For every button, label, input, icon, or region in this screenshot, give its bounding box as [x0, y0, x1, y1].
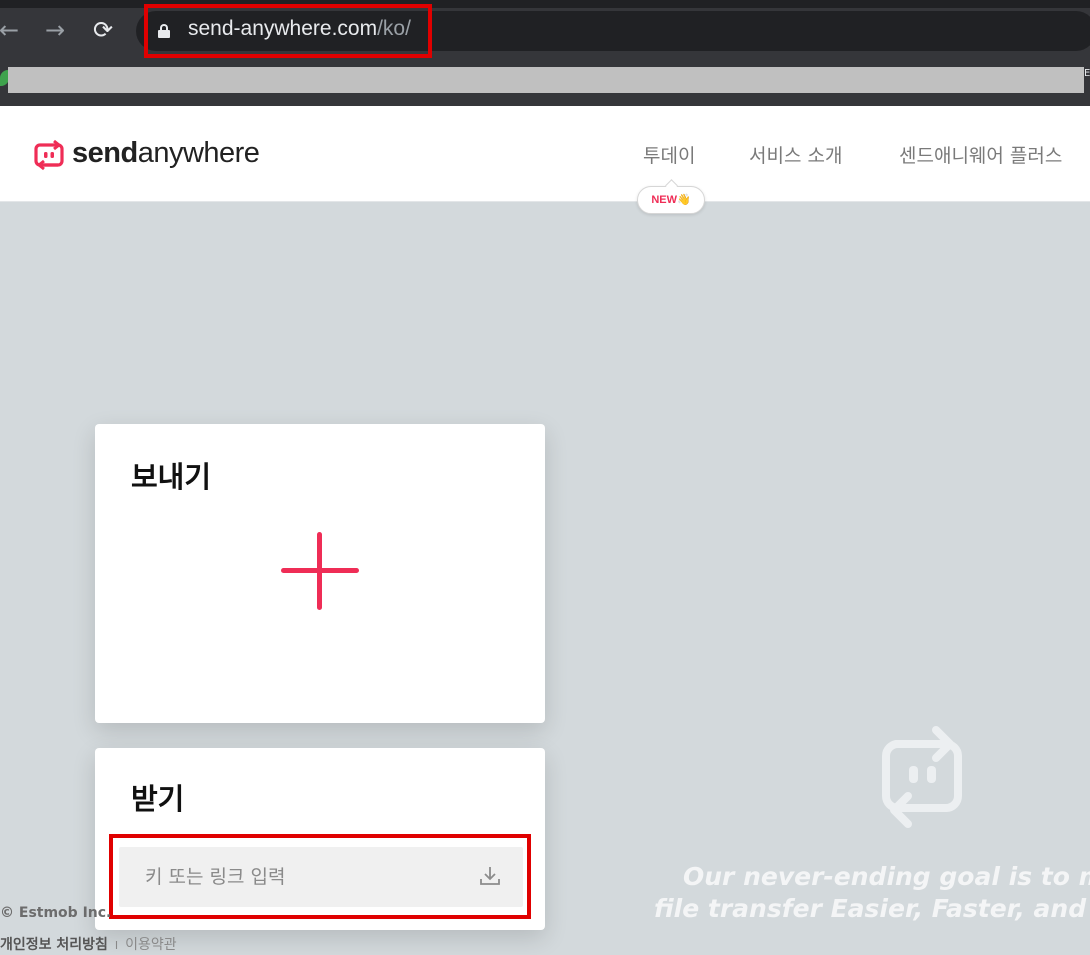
add-file-plus-icon[interactable] [281, 532, 359, 610]
nav-today[interactable]: 투데이 [643, 141, 695, 168]
terms-link[interactable]: 이용약관 [125, 937, 177, 953]
privacy-policy-link[interactable]: 개인정보 처리방침 [0, 937, 108, 953]
browser-toolbar: ← → ⟳ send-anywhere.com/ko/ E [0, 0, 1090, 106]
logo-wordmark[interactable]: sendanywhere [72, 137, 260, 170]
watermark-logo-icon [882, 726, 962, 828]
tagline-line-1: Our never-ending goal is to m [683, 862, 1090, 891]
new-badge: NEW👋 [637, 186, 705, 214]
receive-title: 받기 [131, 782, 185, 816]
tagline-line-2: file transfer Easier, Faster, and [654, 894, 1087, 923]
key-input-highlight-box [109, 834, 531, 919]
nav-sendanywhere-plus[interactable]: 센드애니웨어 플러스 [899, 141, 1062, 168]
footer-copyright: © Estmob Inc. [0, 905, 112, 921]
sendanywhere-logo-icon[interactable] [34, 138, 64, 172]
back-arrow-icon[interactable]: ← [0, 12, 24, 48]
site-header: sendanywhere 투데이 서비스 소개 센드애니웨어 플러스 NEW👋 [0, 106, 1090, 214]
footer-links: 개인정보 처리방침 I 이용약관 [0, 934, 177, 954]
nav-service-intro[interactable]: 서비스 소개 [749, 141, 842, 168]
bookmark-overflow-text[interactable]: E [1084, 68, 1090, 79]
waving-hand-icon: 👋 [676, 194, 691, 206]
footer-separator: I [114, 939, 119, 952]
reload-icon[interactable]: ⟳ [88, 12, 118, 48]
forward-arrow-icon[interactable]: → [40, 12, 70, 48]
send-card[interactable]: 보내기 [95, 424, 545, 723]
bookmarks-bar-redacted [8, 67, 1084, 93]
url-highlight-box [144, 4, 432, 58]
send-title: 보내기 [131, 460, 212, 494]
